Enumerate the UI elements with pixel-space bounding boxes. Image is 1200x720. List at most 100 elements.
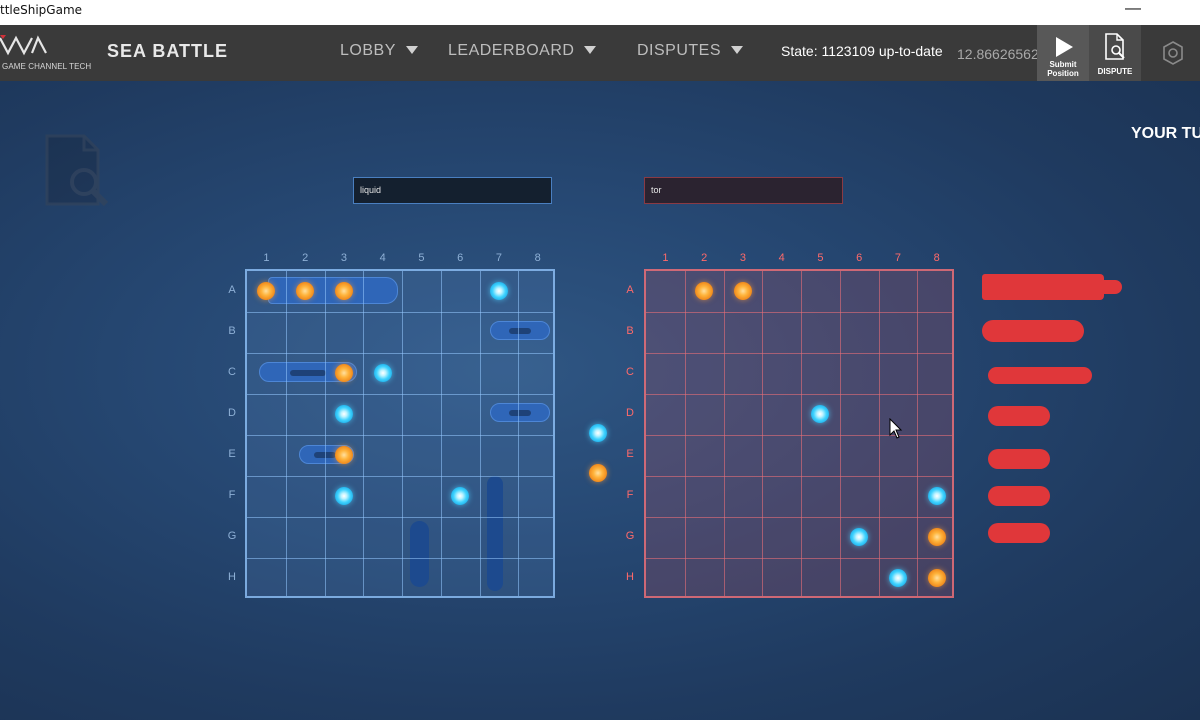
enemy-ship-battleship	[982, 320, 1084, 342]
opponent-board[interactable]	[644, 269, 954, 598]
player-ship-patrol-boat	[490, 403, 550, 422]
player-column-label: 2	[302, 252, 309, 264]
grid-line	[247, 353, 553, 354]
enemy-ship-submarine	[988, 367, 1092, 384]
submit-label-line2: Position	[1047, 69, 1079, 78]
nav-leaderboard[interactable]: LEADERBOARD	[448, 42, 597, 60]
grid-line	[646, 394, 952, 395]
nav-leaderboard-label: LEADERBOARD	[448, 42, 575, 59]
settings-button[interactable]	[1160, 40, 1186, 66]
logo-tagline: GAME CHANNEL TECH	[2, 62, 92, 71]
player-ship-patrol-boat	[490, 321, 550, 340]
turn-indicator: YOUR TU	[1131, 125, 1200, 142]
enemy-ship-patrol-boat	[988, 486, 1050, 506]
opponent-miss-peg	[927, 486, 946, 505]
grid-line	[247, 558, 553, 559]
opponent-column-label: 7	[894, 252, 901, 264]
player-hit-peg	[334, 445, 353, 464]
player-column-label: 1	[263, 252, 270, 264]
enemy-ship-patrol-boat	[988, 523, 1050, 543]
enemy-ship-patrol-boat	[988, 406, 1050, 426]
grid-line	[723, 271, 725, 596]
enemy-ship-patrol-boat	[988, 449, 1050, 469]
player-hit-peg	[334, 281, 353, 300]
app-brand: SEA BATTLE	[107, 41, 228, 61]
opponent-column-label: 8	[933, 252, 940, 264]
player-column-label: 4	[379, 252, 386, 264]
grid-line	[324, 271, 326, 596]
player-board	[245, 269, 555, 598]
player-hit-peg	[257, 281, 276, 300]
grid-line	[646, 353, 952, 354]
submit-position-label: Submit Position	[1037, 60, 1089, 78]
player-column-label: 5	[418, 252, 425, 264]
grid-line	[646, 435, 952, 436]
player-row-label: C	[228, 365, 236, 378]
grid-line	[247, 394, 553, 395]
balance: 12.86626562	[957, 46, 1039, 62]
game-area: YOUR TU liquid tor 1 1 2 2 3 3 4 4 5 5 6 6 7 7 8 8 A A B B C…	[0, 81, 1200, 720]
minimize-button[interactable]: —	[1125, 0, 1141, 20]
opponent-row-label: H	[626, 570, 634, 583]
grid-line	[801, 271, 802, 596]
nav-disputes-label: DISPUTES	[637, 42, 722, 59]
ship-deck	[509, 410, 531, 416]
document-search-icon	[1105, 33, 1125, 60]
logo: GAME CHANNEL TECH	[0, 31, 92, 75]
play-icon	[1056, 37, 1073, 57]
opponent-row-label: B	[626, 324, 634, 337]
player-miss-peg	[489, 281, 508, 300]
chevron-down-icon	[584, 45, 597, 54]
grid-line	[247, 312, 553, 313]
player-miss-peg	[334, 486, 353, 505]
submit-label-line1: Submit	[1049, 60, 1077, 69]
nav-lobby[interactable]: LOBBY	[340, 42, 418, 60]
submit-position-button[interactable]: Submit Position	[1037, 25, 1089, 81]
player-hit-peg	[334, 363, 353, 382]
player-row-label: F	[228, 488, 236, 501]
player-row-label: G	[227, 529, 237, 542]
grid-line	[646, 558, 952, 559]
player-row-label: D	[228, 406, 236, 419]
window-title: ttleShipGame	[0, 3, 83, 17]
opponent-column-label: 1	[662, 252, 669, 264]
opponent-miss-peg	[850, 527, 869, 546]
player-row-label: A	[228, 283, 236, 296]
opponent-hit-peg	[927, 568, 946, 587]
grid-line	[363, 271, 365, 596]
player-row-label: B	[228, 324, 236, 337]
opponent-row-label: G	[625, 529, 635, 542]
grid-line	[646, 476, 952, 477]
grid-line	[247, 476, 553, 477]
gear-icon	[1163, 41, 1183, 65]
player-ship-submarine	[410, 521, 429, 587]
player-column-label: 8	[534, 252, 541, 264]
opponent-column-label: 3	[739, 252, 746, 264]
player-miss-peg	[373, 363, 392, 382]
player-column-label: 6	[457, 252, 464, 264]
grid-line	[247, 435, 553, 436]
grid-line	[839, 271, 841, 596]
dispute-button[interactable]: DISPUTE	[1089, 25, 1141, 81]
nav-disputes[interactable]: DISPUTES	[637, 42, 744, 60]
window-titlebar: ttleShipGame —	[0, 0, 1200, 25]
opponent-hit-peg	[695, 281, 714, 300]
grid-line	[479, 271, 481, 596]
opponent-row-label: C	[626, 365, 634, 378]
grid-line	[684, 271, 686, 596]
grid-line	[917, 271, 919, 596]
opponent-row-label: F	[626, 488, 634, 501]
opponent-row-label: A	[626, 283, 634, 296]
grid-line	[878, 271, 880, 596]
opponent-column-label: 2	[701, 252, 708, 264]
enemy-ship-carrier	[982, 274, 1104, 300]
grid-line	[247, 517, 553, 518]
dispute-label: DISPUTE	[1097, 67, 1133, 76]
player-row-label: E	[228, 447, 236, 460]
ship-deck	[290, 370, 326, 376]
opponent-miss-peg	[888, 568, 907, 587]
player-column-label: 7	[495, 252, 502, 264]
legend-miss-peg	[589, 424, 607, 442]
chevron-down-icon	[731, 45, 744, 54]
player-miss-peg	[451, 486, 470, 505]
